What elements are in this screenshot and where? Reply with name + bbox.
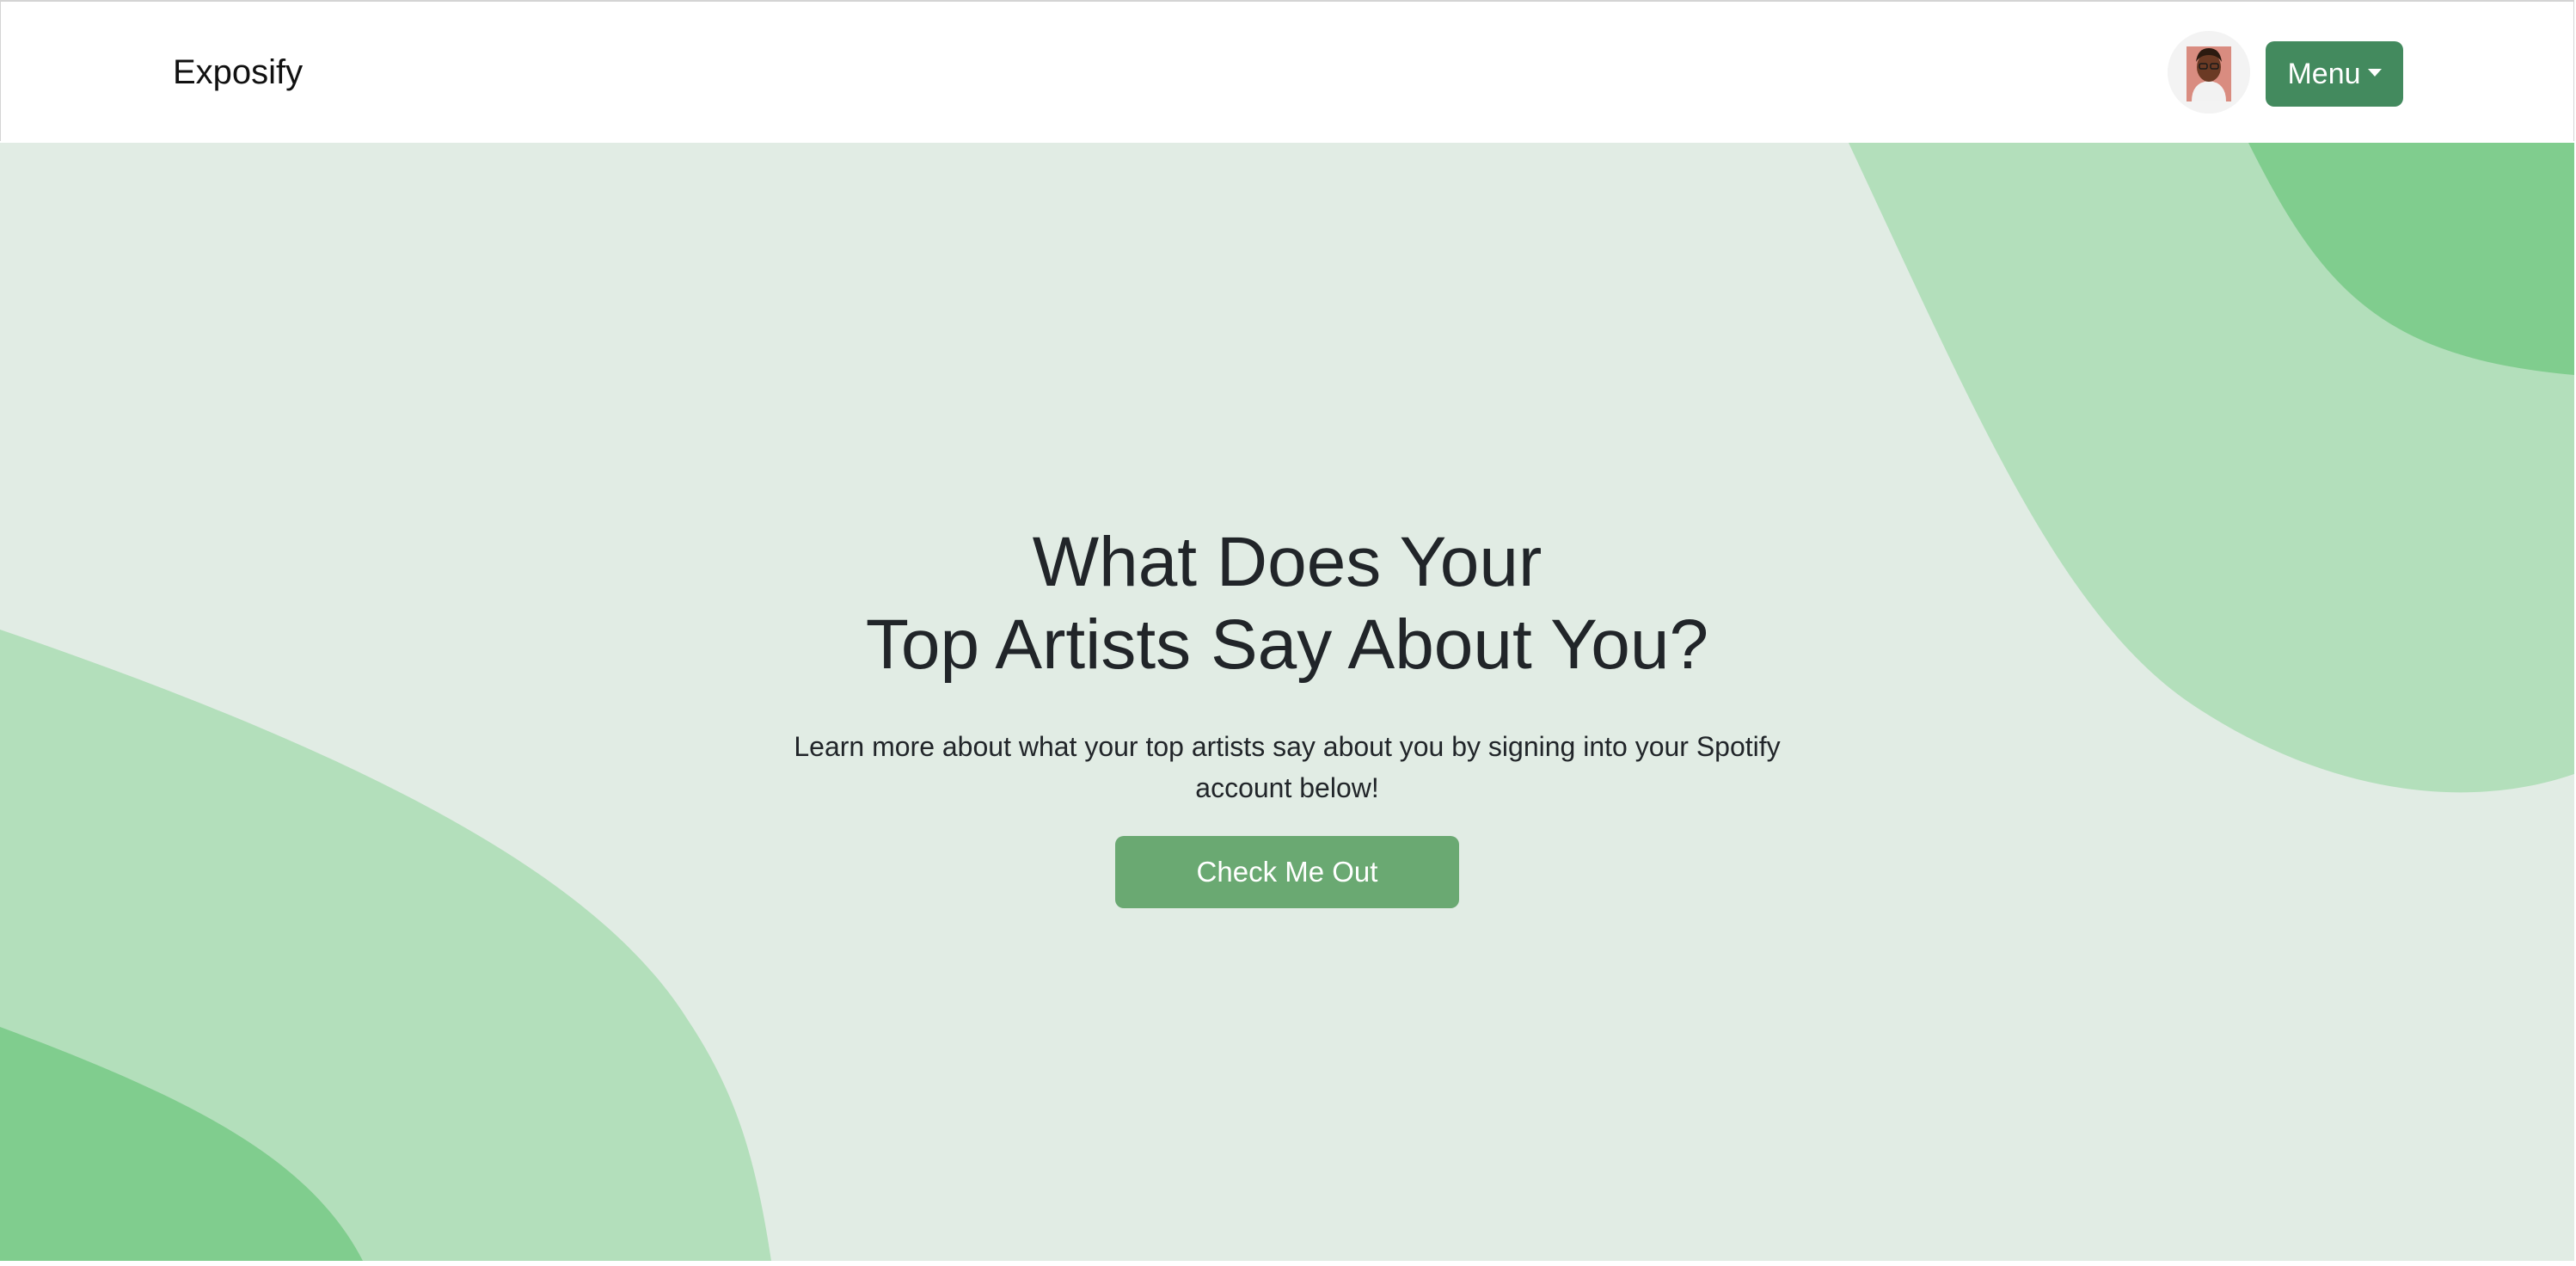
menu-button-label: Menu bbox=[2287, 58, 2361, 90]
avatar-image bbox=[2168, 31, 2250, 114]
hero-title-line1: What Does Your bbox=[1032, 523, 1543, 601]
check-me-out-button[interactable]: Check Me Out bbox=[1115, 836, 1459, 908]
bottom-border bbox=[0, 1261, 2576, 1266]
hero-subtitle: Learn more about what your top artists s… bbox=[794, 731, 1781, 803]
hero-section: What Does Your Top Artists Say About You… bbox=[0, 143, 2574, 1261]
hero-content: What Does Your Top Artists Say About You… bbox=[0, 521, 2574, 908]
navbar: Exposify Menu bbox=[0, 0, 2574, 141]
page: Exposify Menu What Does Your Top Artists… bbox=[0, 0, 2576, 1266]
brand-link[interactable]: Exposify bbox=[173, 52, 303, 93]
hero-title: What Does Your Top Artists Say About You… bbox=[0, 521, 2574, 686]
hero-title-line2: Top Artists Say About You? bbox=[865, 605, 1709, 684]
user-avatar-icon[interactable] bbox=[2168, 31, 2250, 114]
caret-down-icon bbox=[2367, 68, 2382, 77]
menu-button[interactable]: Menu bbox=[2266, 41, 2403, 107]
